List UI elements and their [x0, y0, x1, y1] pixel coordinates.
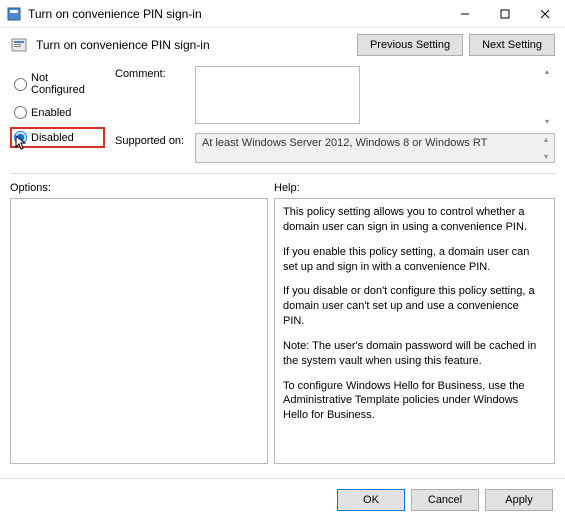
comment-scrollbar[interactable]: ▴▾	[540, 67, 554, 126]
app-icon	[6, 6, 22, 22]
panel-labels: Options: Help:	[0, 176, 565, 198]
help-label: Help:	[274, 182, 300, 194]
supported-value-box: At least Windows Server 2012, Windows 8 …	[195, 133, 555, 163]
panels: This policy setting allows you to contro…	[0, 198, 565, 464]
radio-disabled-input[interactable]	[14, 131, 27, 144]
comment-row: Comment: ▴▾	[115, 66, 555, 127]
radio-disabled-label: Disabled	[31, 132, 74, 144]
options-label: Options:	[10, 182, 274, 194]
radio-disabled[interactable]: Disabled	[14, 131, 74, 144]
policy-header: Turn on convenience PIN sign-in Previous…	[0, 28, 565, 62]
close-button[interactable]	[525, 0, 565, 28]
comment-label: Comment:	[115, 66, 187, 80]
next-setting-button[interactable]: Next Setting	[469, 34, 555, 56]
radio-not-configured-input[interactable]	[14, 78, 27, 91]
radio-enabled[interactable]: Enabled	[10, 104, 105, 121]
apply-button[interactable]: Apply	[485, 489, 553, 511]
radio-enabled-input[interactable]	[14, 106, 27, 119]
help-panel: This policy setting allows you to contro…	[274, 198, 555, 464]
radio-not-configured-label: Not Configured	[31, 72, 101, 96]
previous-setting-button[interactable]: Previous Setting	[357, 34, 463, 56]
minimize-button[interactable]	[445, 0, 485, 28]
supported-scrollbar[interactable]: ▴▾	[539, 135, 553, 161]
radio-enabled-label: Enabled	[31, 107, 71, 119]
titlebar: Turn on convenience PIN sign-in	[0, 0, 565, 28]
supported-value: At least Windows Server 2012, Windows 8 …	[202, 137, 487, 149]
state-radio-group: Not Configured Enabled Disabled	[10, 66, 105, 163]
cancel-button[interactable]: Cancel	[411, 489, 479, 511]
radio-not-configured[interactable]: Not Configured	[10, 70, 105, 98]
supported-row: Supported on: At least Windows Server 20…	[115, 133, 555, 163]
policy-icon	[10, 36, 28, 54]
help-p2: If you enable this policy setting, a dom…	[283, 245, 538, 275]
policy-title: Turn on convenience PIN sign-in	[36, 38, 349, 52]
supported-label: Supported on:	[115, 133, 187, 147]
window-controls	[445, 0, 565, 28]
divider	[10, 173, 555, 174]
comment-input[interactable]	[195, 66, 360, 124]
help-p4: Note: The user's domain password will be…	[283, 339, 538, 369]
options-panel	[10, 198, 268, 464]
window-title: Turn on convenience PIN sign-in	[28, 7, 445, 21]
help-p5: To configure Windows Hello for Business,…	[283, 379, 538, 424]
maximize-button[interactable]	[485, 0, 525, 28]
highlight-disabled: Disabled	[10, 127, 105, 148]
ok-button[interactable]: OK	[337, 489, 405, 511]
help-p3: If you disable or don't configure this p…	[283, 284, 538, 329]
help-p1: This policy setting allows you to contro…	[283, 205, 538, 235]
config-area: Not Configured Enabled Disabled Comment:…	[0, 62, 565, 171]
footer: OK Cancel Apply	[0, 478, 565, 521]
